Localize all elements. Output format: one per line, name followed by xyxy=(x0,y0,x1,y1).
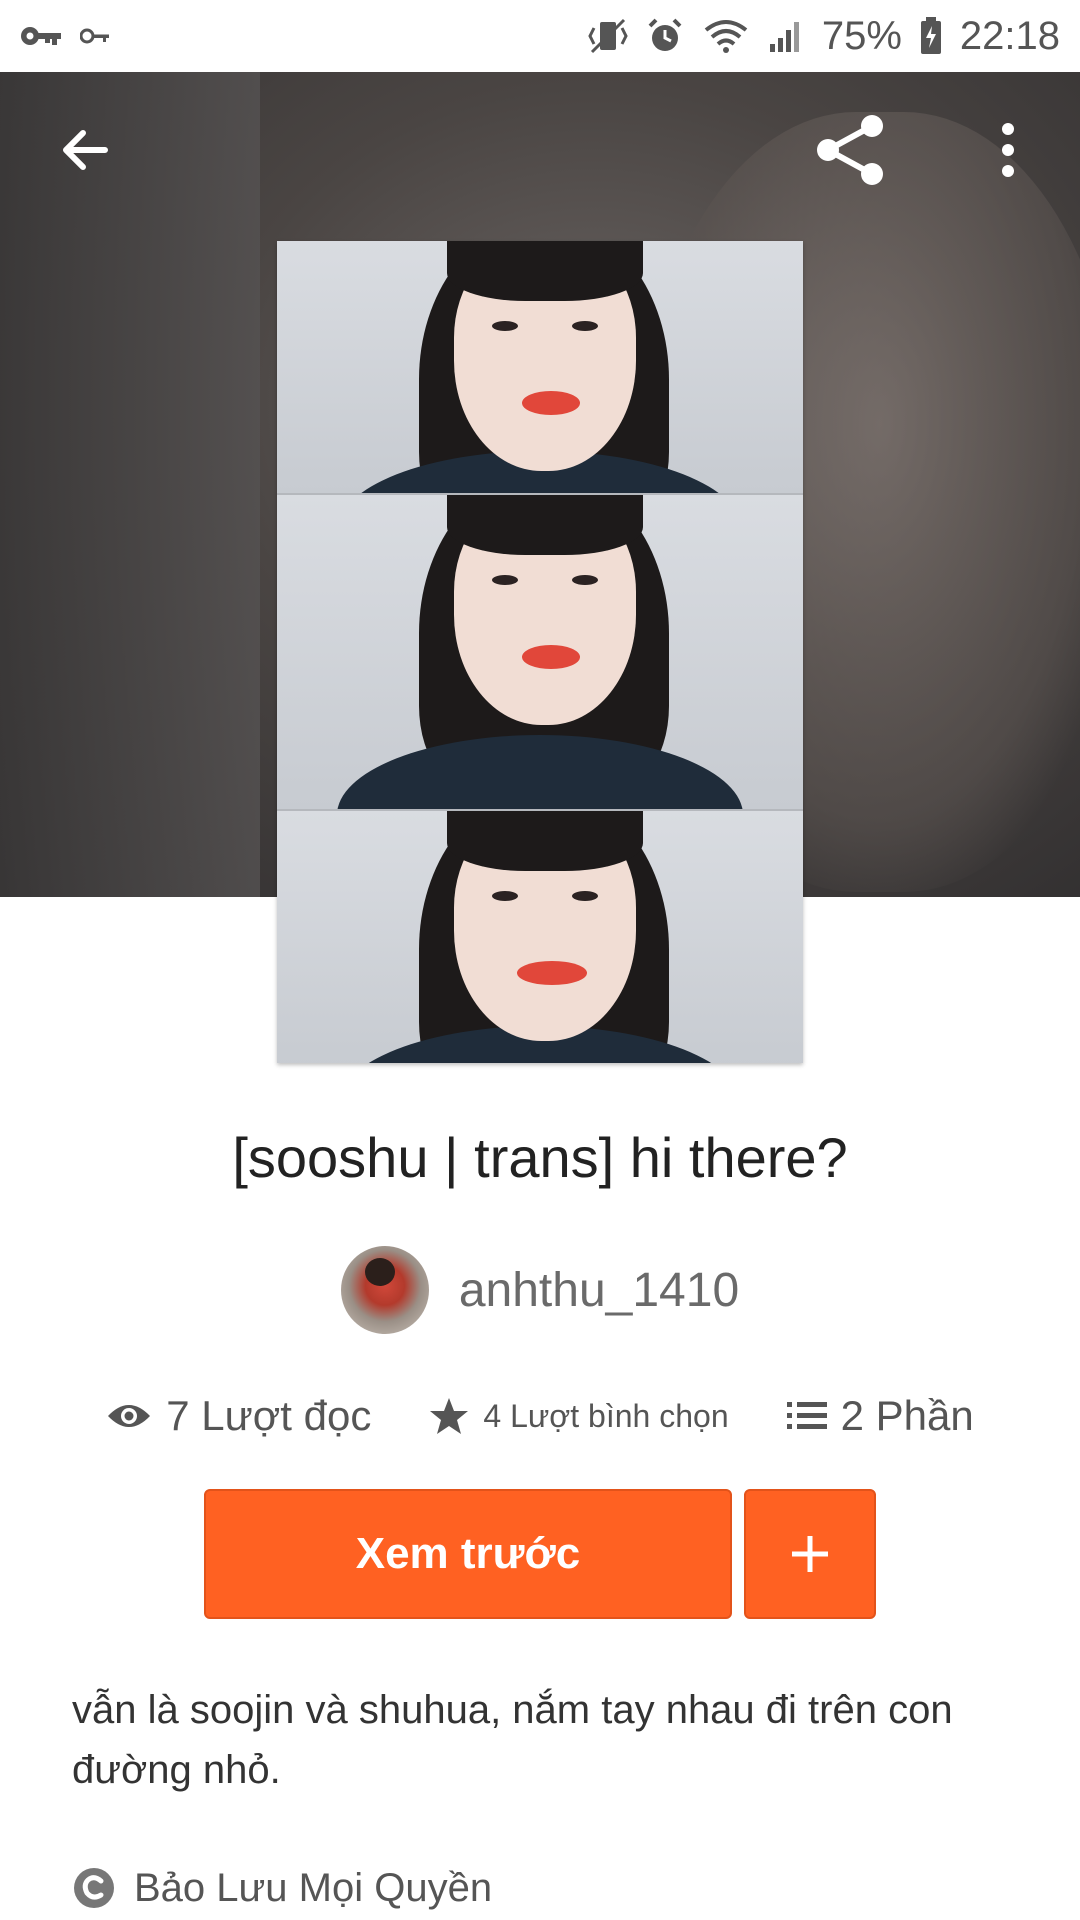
plus-icon xyxy=(788,1532,832,1576)
avatar[interactable] xyxy=(340,1246,429,1334)
author-name[interactable]: anhthu_1410 xyxy=(459,1263,739,1318)
parts-count: 2 Phần xyxy=(840,1392,974,1439)
arrow-left-icon xyxy=(57,123,111,177)
story-stats: 7 Lượt đọc 4 Lượt bình chọn 2 Phần xyxy=(0,1388,1080,1444)
votes-count: 4 Lượt bình chọn xyxy=(483,1397,729,1434)
copyright-icon xyxy=(72,1866,116,1910)
back-button[interactable] xyxy=(44,110,124,190)
cover-photo-panel xyxy=(277,811,803,1063)
status-left xyxy=(20,23,110,49)
votes-stat: 4 Lượt bình chọn xyxy=(429,1397,729,1435)
wifi-icon xyxy=(702,18,750,54)
eye-icon xyxy=(106,1400,152,1432)
author-row[interactable]: anhthu_1410 xyxy=(0,1245,1080,1335)
read-preview-button[interactable]: Xem trước xyxy=(204,1489,732,1619)
copyright-row: Bảo Lưu Mọi Quyền xyxy=(72,1860,1012,1916)
copyright-text: Bảo Lưu Mọi Quyền xyxy=(134,1865,493,1910)
story-cover[interactable] xyxy=(277,241,803,1063)
share-icon xyxy=(812,112,888,188)
more-options-button[interactable] xyxy=(968,110,1048,190)
alarm-icon xyxy=(646,17,684,55)
header-shade xyxy=(0,72,260,897)
add-to-library-button[interactable] xyxy=(744,1489,876,1619)
star-icon xyxy=(429,1397,469,1435)
status-bar: 75% 22:18 xyxy=(0,0,1080,72)
vibrate-icon xyxy=(588,18,628,54)
share-button[interactable] xyxy=(810,110,890,190)
cover-photo-panel xyxy=(277,495,803,811)
story-title: [sooshu | trans] hi there? xyxy=(232,1126,848,1189)
parts-stat: 2 Phần xyxy=(786,1392,974,1440)
reads-stat: 7 Lượt đọc xyxy=(106,1392,371,1440)
vpn-key-icon xyxy=(20,23,62,49)
battery-percent: 75% xyxy=(821,13,902,58)
status-right: 75% 22:18 xyxy=(588,14,1060,59)
signal-icon xyxy=(768,18,804,54)
list-icon xyxy=(786,1400,827,1432)
battery-charging-icon xyxy=(920,17,942,55)
cover-photo-panel xyxy=(277,241,803,495)
story-description: vẫn là soojin và shuhua, nắm tay nhau đi… xyxy=(72,1688,953,1792)
more-vert-icon xyxy=(998,122,1018,178)
key-icon xyxy=(80,26,110,46)
clock: 22:18 xyxy=(959,13,1060,58)
reads-count: 7 Lượt đọc xyxy=(166,1392,372,1439)
